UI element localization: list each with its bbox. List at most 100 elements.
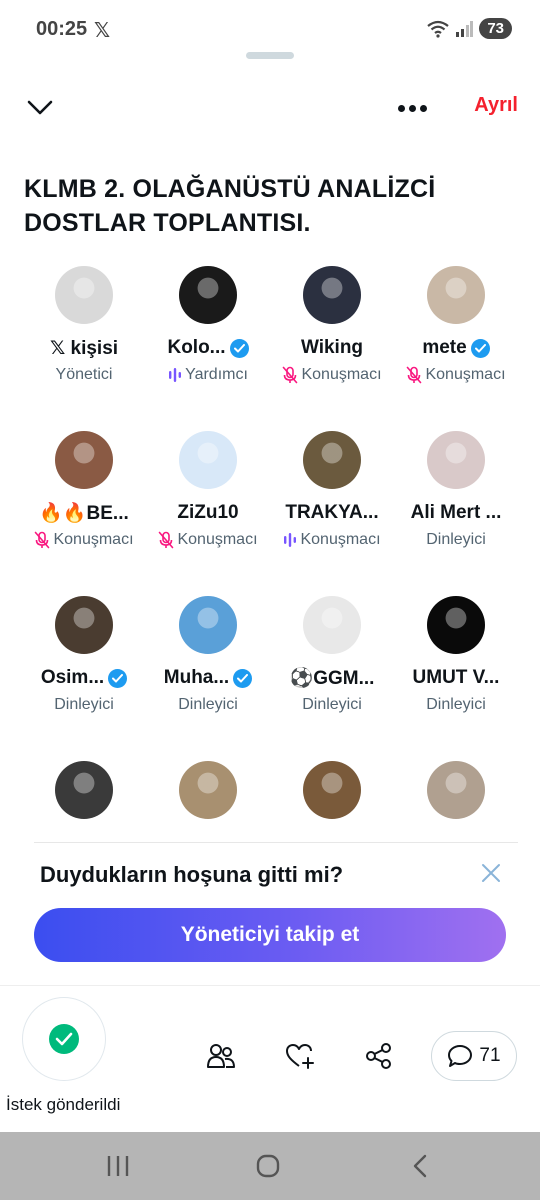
participant-name: mete (394, 336, 518, 360)
participant-avatar[interactable] (179, 431, 237, 489)
close-prompt-button[interactable] (480, 862, 502, 884)
participant-name: 🔥🔥BE... (22, 501, 146, 525)
participant-avatar[interactable] (179, 596, 237, 654)
request-to-speak-button[interactable] (22, 997, 106, 1081)
more-options-button[interactable] (392, 90, 432, 126)
battery-indicator: 73 (479, 18, 512, 39)
people-button[interactable] (205, 1040, 237, 1072)
recent-apps-button[interactable] (104, 1152, 132, 1180)
participant-role: Dinleyici (394, 694, 518, 716)
participant-role: Dinleyici (22, 694, 146, 716)
participant-avatar[interactable] (179, 266, 237, 324)
mic-muted-icon (282, 366, 298, 384)
participant-tile[interactable]: Wiking Konuşmacı (270, 266, 394, 386)
participant-avatar[interactable] (427, 431, 485, 489)
participant-avatar[interactable] (303, 431, 361, 489)
participant-name-text: Kolo... (167, 337, 226, 358)
participant-tile[interactable]: mete Konuşmacı (394, 266, 518, 386)
feedback-prompt: Duydukların hoşuna gitti mi? (40, 862, 344, 887)
participant-name: ⚽GGM... (270, 666, 394, 690)
participant-avatar[interactable] (55, 761, 113, 819)
chevron-down-icon (27, 100, 53, 115)
participant-role-text: Dinleyici (54, 696, 114, 713)
verified-badge-icon (470, 338, 490, 358)
participant-role-text: Yönetici (55, 366, 113, 383)
participant-role: Dinleyici (270, 694, 394, 716)
participant-name: Kolo... (146, 336, 270, 360)
participant-tile[interactable]: UMUT V... Dinleyici (394, 596, 518, 716)
participant-tile[interactable] (146, 761, 270, 819)
participant-tile[interactable] (22, 761, 146, 819)
participant-avatar[interactable] (303, 266, 361, 324)
participant-tile[interactable] (394, 761, 518, 819)
follow-host-button[interactable]: Yöneticiyi takip et (34, 908, 506, 962)
leave-button[interactable]: Ayrıl (474, 94, 518, 117)
verified-badge-icon (229, 338, 249, 358)
participant-avatar[interactable] (179, 761, 237, 819)
participant-tile[interactable]: Muha... Dinleyici (146, 596, 270, 716)
participant-name-text: UMUT V... (412, 667, 500, 688)
people-icon (207, 1044, 235, 1068)
space-header: Ayrıl (0, 86, 540, 130)
speaking-bars-icon (168, 367, 182, 383)
mic-muted-icon (158, 531, 174, 549)
participant-avatar[interactable] (427, 761, 485, 819)
verified-badge-icon (233, 668, 253, 688)
bottom-divider (0, 985, 540, 986)
home-icon (256, 1154, 280, 1178)
participant-role-text: Dinleyici (426, 531, 486, 548)
comments-button[interactable]: 71 (431, 1031, 517, 1081)
back-icon (413, 1154, 427, 1178)
mic-muted-icon (406, 366, 422, 384)
participant-role: Dinleyici (394, 529, 518, 551)
participant-name-text: Osim... (40, 667, 105, 688)
participant-avatar[interactable] (427, 596, 485, 654)
react-button[interactable] (284, 1040, 316, 1072)
participant-avatar[interactable] (55, 596, 113, 654)
sheet-drag-handle[interactable] (246, 52, 294, 59)
participant-name-text: mete (422, 337, 467, 358)
space-title: KLMB 2. OLAĞANÜSTÜ ANALİZCİ DOSTLAR TOPL… (24, 175, 436, 237)
participant-tile[interactable]: ZiZu10 Konuşmacı (146, 431, 270, 551)
participant-role: Dinleyici (146, 694, 270, 716)
participant-role: Konuşmacı (22, 529, 146, 551)
participant-tile[interactable]: 𝕏 kişisi Yönetici (22, 266, 146, 386)
mic-muted-icon (34, 531, 50, 549)
participant-name-text: Muha... (163, 667, 230, 688)
participant-tile[interactable]: Kolo... Yardımcı (146, 266, 270, 386)
participant-tile[interactable]: ⚽GGM... Dinleyici (270, 596, 394, 716)
participant-tile[interactable]: TRAKYA... Konuşmacı (270, 431, 394, 551)
participant-name-text: Ali Mert ... (410, 502, 502, 523)
request-sent-label: İstek gönderildi (6, 1095, 121, 1114)
comment-icon (448, 1045, 473, 1067)
signal-icon (456, 20, 474, 37)
participant-role: Konuşmacı (270, 529, 394, 551)
participant-tile[interactable]: Osim... Dinleyici (22, 596, 146, 716)
participant-tile[interactable]: Ali Mert ... Dinleyici (394, 431, 518, 551)
participant-tile[interactable]: 🔥🔥BE... Konuşmacı (22, 431, 146, 551)
wifi-icon (427, 20, 449, 38)
divider (34, 842, 518, 843)
participant-role: Konuşmacı (146, 529, 270, 551)
more-dots-icon (397, 104, 405, 112)
participant-avatar[interactable] (55, 431, 113, 489)
participant-role-text: Konuşmacı (177, 531, 258, 548)
participant-avatar[interactable] (303, 596, 361, 654)
share-button[interactable] (363, 1040, 395, 1072)
participant-role-text: Konuşmacı (301, 366, 382, 383)
participant-name: Osim... (22, 666, 146, 690)
participant-avatar[interactable] (55, 266, 113, 324)
status-time: 00:25 (36, 18, 88, 40)
participant-name: UMUT V... (394, 666, 518, 690)
back-button[interactable] (408, 1152, 432, 1180)
participant-role-text: Dinleyici (302, 696, 362, 713)
participant-avatar[interactable] (303, 761, 361, 819)
home-button[interactable] (254, 1152, 282, 1180)
participant-role: Yönetici (22, 364, 146, 386)
minimize-button[interactable] (22, 90, 58, 126)
participant-role: Yardımcı (146, 364, 270, 386)
participant-name: Wiking (270, 336, 394, 360)
participant-tile[interactable] (270, 761, 394, 819)
participant-avatar[interactable] (427, 266, 485, 324)
verified-badge-icon (108, 668, 128, 688)
